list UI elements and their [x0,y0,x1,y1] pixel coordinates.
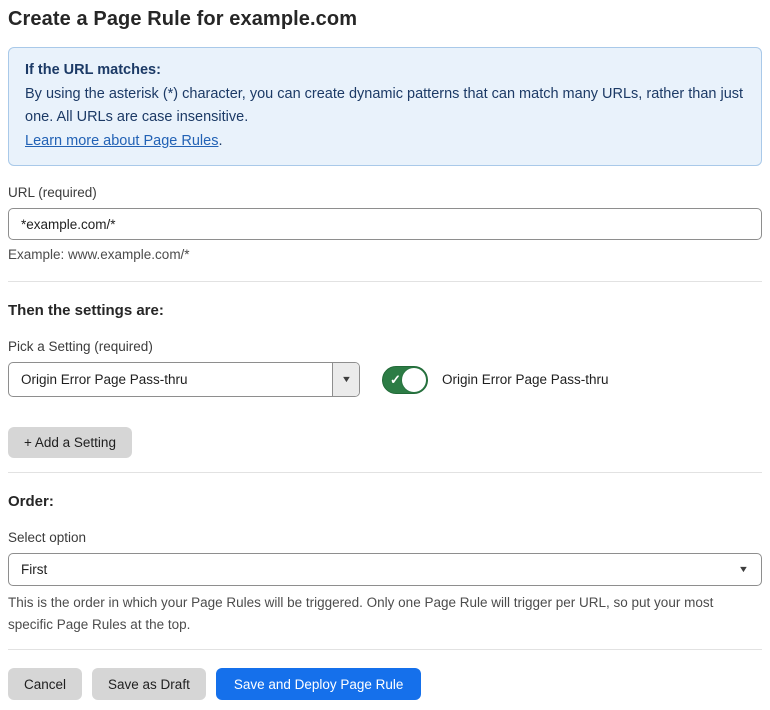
link-suffix-period: . [218,132,223,149]
pick-setting-label: Pick a Setting (required) [8,339,153,354]
settings-section-heading: Then the settings are: [8,302,164,319]
setting-toggle[interactable]: ✓ [382,365,428,394]
create-page-rule-form: Create a Page Rule for example.com If th… [0,0,770,700]
learn-more-link[interactable]: Learn more about Page Rules [25,133,218,149]
cancel-button[interactable]: Cancel [8,668,83,700]
footer-divider [8,649,762,650]
check-icon: ✓ [390,371,401,387]
setting-row: Origin Error Page Pass-thru ▼ ✓ Origin E… [8,362,762,397]
url-match-info-box: If the URL matches: By using the asteris… [8,47,762,166]
section-divider [8,472,762,473]
order-select[interactable]: First ▼ [8,553,762,586]
url-field-label: URL (required) [8,185,97,200]
section-divider [8,281,762,282]
order-helper-text: This is the order in which your Page Rul… [8,595,714,632]
page-title: Create a Page Rule for example.com [8,8,358,30]
info-box-body: By using the asterisk (*) character, you… [25,85,744,126]
setting-dropdown-value: Origin Error Page Pass-thru [21,372,188,387]
toggle-knob [402,367,426,392]
caret-down-icon: ▼ [340,374,352,384]
setting-dropdown[interactable]: Origin Error Page Pass-thru ▼ [8,362,360,397]
save-deploy-button[interactable]: Save and Deploy Page Rule [215,668,422,700]
save-draft-button[interactable]: Save as Draft [92,668,206,700]
footer-actions: Cancel Save as Draft Save and Deploy Pag… [8,668,762,700]
add-setting-button[interactable]: + Add a Setting [8,427,132,458]
select-option-label: Select option [8,530,87,545]
info-box-heading: If the URL matches: [25,62,161,78]
url-input[interactable] [8,208,762,240]
setting-toggle-label: Origin Error Page Pass-thru [442,372,609,387]
info-box-link-line: Learn more about Page Rules. [25,130,745,154]
order-select-value: First [21,562,48,577]
order-section-heading: Order: [8,493,54,510]
caret-down-icon: ▼ [737,564,750,574]
setting-dropdown-caret-button[interactable]: ▼ [332,363,359,396]
url-helper-text: Example: www.example.com/* [8,247,190,262]
